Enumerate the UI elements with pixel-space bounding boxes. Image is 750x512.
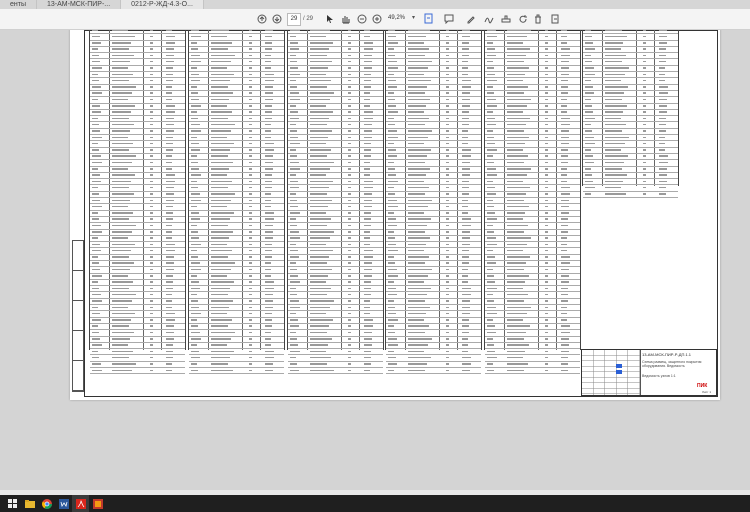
arrow-down-circle-icon [272,14,282,23]
previous-page-button[interactable] [256,12,268,25]
delete-button[interactable] [532,12,544,25]
table-row [288,368,383,375]
pdf-toolbar: 29 / 29 49,2% ▾ [0,9,750,30]
tab-documents[interactable]: енты [0,0,37,9]
acrobat-icon[interactable] [72,495,89,512]
chrome-icon[interactable] [38,495,55,512]
tab-document-13-am[interactable]: 13-АМ-МСК-ПИР-... [37,0,122,9]
company-logo: ПИК [697,383,708,389]
title-block: 13-АМ-МСК-ПИР-Р-ДП.1.1 Схема размещ. защ… [581,349,717,396]
page-total-value: 29 [306,16,314,22]
word-icon[interactable] [55,495,72,512]
windows-start-icon[interactable] [4,495,21,512]
signature-mark [616,370,622,374]
comment-icon [444,14,454,24]
page-total: / 29 [303,13,313,25]
document-description: Схема размещ. защитного покрытия оборудо… [642,360,702,368]
table-row [583,192,678,199]
tab-document-0212[interactable]: 0212-Р-ЖД-4.3-О... [121,0,204,9]
arrow-up-circle-icon [257,14,267,23]
table-column-4 [385,30,482,375]
pen-icon [467,15,475,23]
table-row [386,368,481,375]
pdf-page: 13-АМ-МСК-ПИР-Р-ДП.1.1 Схема размещ. защ… [70,30,720,400]
zoom-dropdown-icon[interactable]: ▾ [412,14,415,21]
table-column-6 [582,30,679,199]
stamp-icon [501,15,511,22]
minus-circle-icon [357,14,367,23]
hand-tool-button[interactable] [339,12,351,25]
zoom-in-button[interactable] [371,12,383,25]
comment-button[interactable] [443,12,455,25]
tab-bar: енты 13-АМ-МСК-ПИР-... 0212-Р-ЖД-4.3-О..… [0,0,750,9]
table-row [90,368,185,375]
file-explorer-icon[interactable] [21,495,38,512]
signature-mark [616,364,622,368]
rotate-icon [519,14,527,23]
draw-button[interactable] [483,12,495,25]
page-fit-button[interactable] [422,12,436,25]
taskbar [0,495,750,512]
file-manager-icon[interactable] [89,495,106,512]
trash-icon [535,14,541,23]
page-separator: / [303,16,305,22]
signature-icon [484,17,494,23]
document-viewer[interactable]: 13-АМ-МСК-ПИР-Р-ДП.1.1 Схема размещ. защ… [0,30,750,490]
select-tool-button[interactable] [325,12,335,25]
table-column-3 [287,30,384,375]
table-row [189,368,284,375]
table-column-5 [484,30,581,375]
plus-circle-icon [372,14,382,23]
highlight-button[interactable] [465,12,477,25]
page-number-input[interactable]: 29 [287,13,301,26]
page-export-icon [551,14,559,23]
table-column-2 [188,30,285,375]
document-code: 13-АМ-МСК-ПИР-Р-ДП.1.1 [642,352,692,357]
table-row [485,368,580,375]
table-column-1 [89,30,186,375]
hand-icon [342,15,350,23]
zoom-out-button[interactable] [356,12,368,25]
sheet-number: Лист 1 [702,390,712,394]
rotate-button[interactable] [517,12,529,25]
next-page-button[interactable] [271,12,283,25]
sheet-name: Ведомость узлов 1:1 [642,374,676,378]
cursor-arrow-icon [327,14,333,23]
side-stamp [72,240,84,392]
stamp-button[interactable] [500,12,512,25]
page-fit-icon [424,13,433,24]
extract-button[interactable] [549,12,561,25]
title-block-grid [582,350,641,395]
